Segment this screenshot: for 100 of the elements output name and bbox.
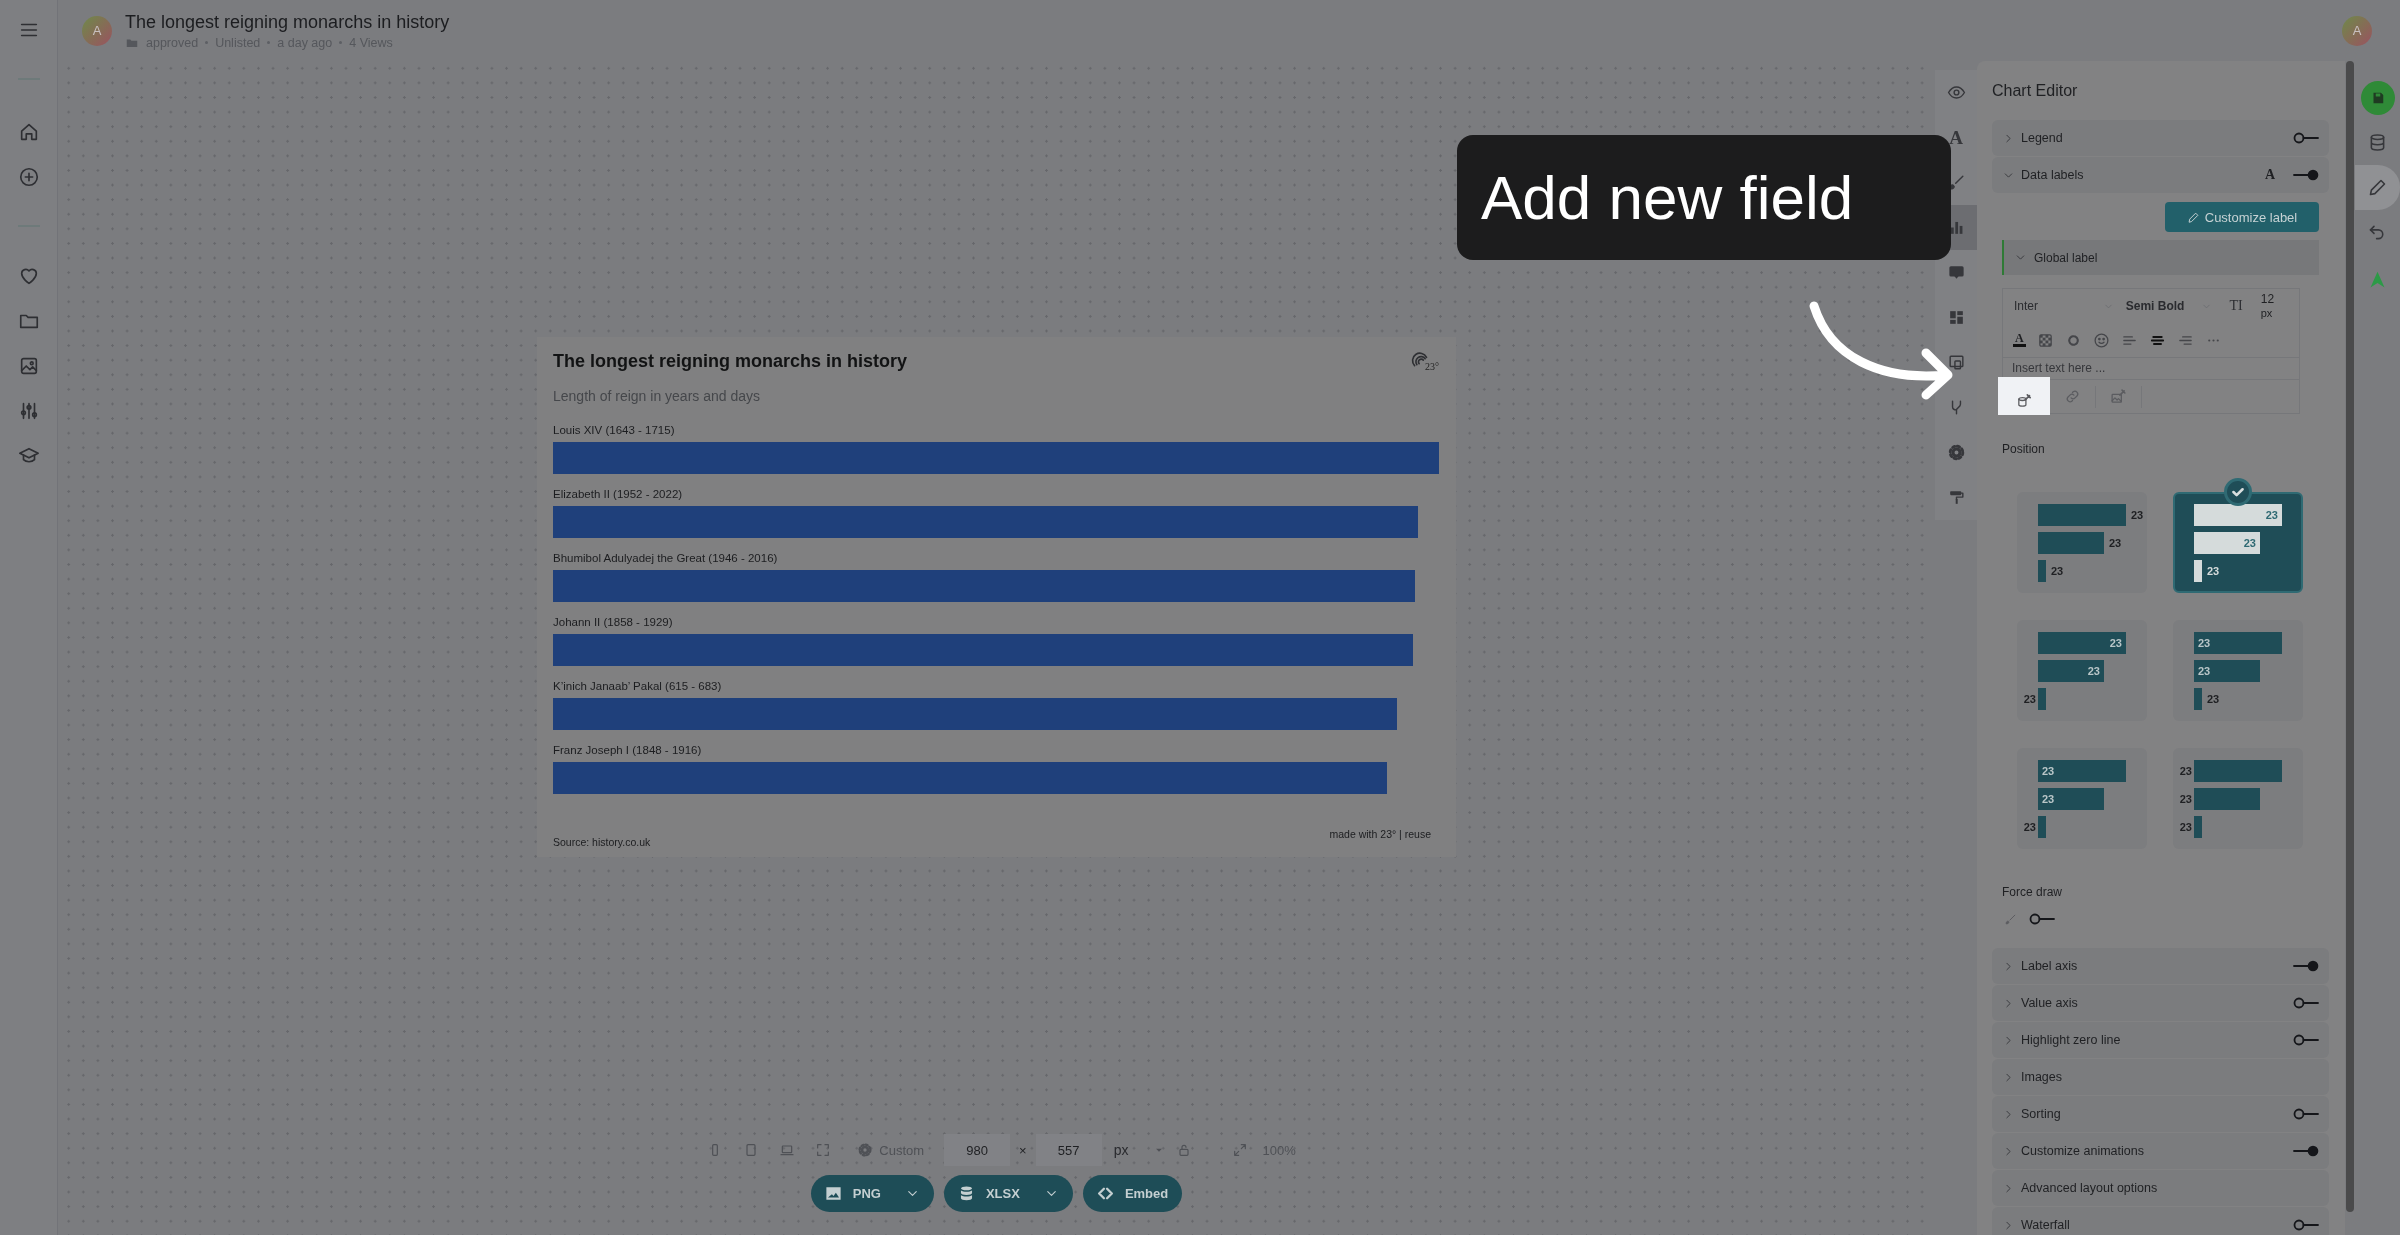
section-header[interactable]: Highlight zero line — [1992, 1022, 2329, 1058]
bar — [2194, 688, 2202, 710]
toggle-switch[interactable] — [2293, 1033, 2319, 1047]
text-color-button[interactable]: A — [2013, 333, 2026, 348]
tooltip: Add new field — [1457, 135, 1951, 260]
font-size-value[interactable]: 12 px — [2260, 292, 2289, 321]
section-header[interactable]: Data labels A — [1992, 157, 2329, 193]
toggle-switch[interactable] — [2293, 1218, 2319, 1232]
position-option[interactable]: 23 23 23 — [2173, 492, 2303, 593]
value-label: 23 — [2198, 637, 2211, 649]
text-size-icon: TI — [2229, 298, 2243, 315]
brush-icon — [2004, 912, 2017, 926]
width-field[interactable]: 980 — [944, 1134, 1011, 1166]
toggle-switch[interactable] — [2293, 1144, 2319, 1158]
bar-label: Franz Joseph I (1848 - 1916) — [553, 743, 703, 757]
section-title: Label axis — [2021, 959, 2079, 973]
value-label: 23 — [2179, 793, 2192, 805]
pencil-icon — [2367, 177, 2388, 198]
section-title: Highlight zero line — [2021, 1033, 2122, 1047]
height-field[interactable]: 557 — [1035, 1134, 1102, 1166]
toggle-switch[interactable] — [2293, 996, 2319, 1010]
toggle-switch[interactable] — [2293, 168, 2319, 182]
value-label: 23 — [2131, 509, 2144, 521]
position-option[interactable]: 23 23 23 — [2017, 748, 2147, 849]
export-button[interactable]: Embed — [1082, 1175, 1183, 1212]
value-label: 23 — [2179, 821, 2192, 833]
avatar: A — [82, 15, 112, 46]
export-button[interactable]: XLSX — [943, 1175, 1073, 1212]
toggle-switch[interactable] — [2029, 912, 2055, 926]
section-title: Sorting — [2021, 1107, 2062, 1121]
checkerboard-icon[interactable] — [2036, 331, 2054, 349]
label-text-field[interactable]: Insert text here ... — [2003, 356, 2299, 380]
chart-title: The longest reigning monarchs in history — [125, 11, 451, 33]
pencil-button[interactable] — [2355, 165, 2400, 210]
position-option[interactable]: 23 23 23 — [2173, 620, 2303, 721]
value-label: 23 — [2265, 509, 2278, 521]
section-header[interactable]: Value axis — [1992, 985, 2329, 1021]
bar — [2038, 560, 2046, 582]
subsection-header[interactable]: Global label — [2002, 240, 2319, 275]
laptop-icon[interactable] — [779, 1142, 796, 1158]
unit-dropdown[interactable]: px — [1113, 1142, 1167, 1158]
bar — [2038, 688, 2046, 710]
export-button[interactable]: PNG — [810, 1175, 934, 1212]
section-title: Waterfall — [2021, 1218, 2071, 1232]
pencil-icon — [2186, 210, 2200, 224]
settings-icon — [857, 1142, 874, 1158]
value-label: 23 — [2051, 565, 2064, 577]
add-icon[interactable] — [17, 166, 40, 188]
section-header[interactable]: Customize animations — [1992, 1133, 2329, 1169]
section-header[interactable]: Sorting — [1992, 1096, 2329, 1132]
frame-icon — [1946, 353, 1966, 372]
bar — [2038, 532, 2104, 554]
value-label: 23 — [2207, 693, 2220, 705]
value-label: 23 — [2207, 565, 2220, 577]
credit-link[interactable]: made with 23° | reuse — [1329, 828, 1439, 848]
section-label: Force draw — [2002, 885, 2064, 899]
bar-label: Johann II (1858 - 1929) — [553, 615, 674, 629]
toggle-switch[interactable] — [2293, 1107, 2319, 1121]
toggle-switch[interactable] — [2293, 959, 2319, 973]
value-label: 23 — [2042, 793, 2055, 805]
value-label: 23 — [2179, 765, 2192, 777]
add-field-button[interactable] — [1998, 377, 2050, 415]
settings-icon — [1946, 443, 1966, 462]
section-title: Data labels — [2021, 168, 2085, 182]
bar-label: Elizabeth II (1952 - 2022) — [553, 487, 684, 501]
value-label: 23 — [2109, 637, 2122, 649]
bar — [2194, 560, 2202, 582]
image-plug-icon[interactable] — [2110, 388, 2127, 405]
text-style-button[interactable]: A — [2264, 167, 2275, 183]
fullscreen-icon[interactable] — [815, 1142, 832, 1158]
resize-icon[interactable] — [1232, 1142, 1249, 1158]
value-label: 23 — [2042, 765, 2055, 777]
link-icon[interactable] — [2064, 388, 2081, 405]
save-icon — [2360, 80, 2395, 115]
position-option[interactable]: 23 23 23 — [2017, 620, 2147, 721]
source-text: Source: history.co.uk — [553, 836, 651, 848]
bar-label: Louis XIV (1643 - 1715) — [553, 423, 676, 437]
chart-subtitle: Length of reign in years and days — [553, 387, 762, 405]
bar-label: K’inich Janaab’ Pakal (615 - 683) — [553, 679, 723, 693]
font-dropdown[interactable]: Inter — [2014, 299, 2114, 314]
position-option[interactable]: 23 23 23 — [2017, 492, 2147, 593]
weight-dropdown[interactable]: Semi Bold — [2125, 299, 2212, 314]
section-header[interactable]: Images — [1992, 1059, 2329, 1095]
section-header[interactable]: Label axis — [1992, 948, 2329, 984]
emoji-icon[interactable] — [2092, 331, 2110, 349]
value-label: 23 — [2109, 537, 2122, 549]
value-label: 23 — [2023, 693, 2036, 705]
bar-label: Bhumibol Adulyadej the Great (1946 - 2016) — [553, 551, 779, 565]
section-header[interactable]: Waterfall — [1992, 1207, 2329, 1235]
scrollbar[interactable] — [2346, 61, 2354, 1212]
user-avatar[interactable]: A — [2342, 15, 2372, 46]
value-label: 23 — [2087, 665, 2100, 677]
section-title: Images — [2021, 1070, 2063, 1084]
image-icon — [823, 1184, 843, 1203]
position-option[interactable]: 23 23 23 — [2173, 748, 2303, 849]
toggle-switch[interactable] — [2293, 131, 2319, 145]
section-header[interactable]: Legend — [1992, 120, 2329, 156]
section-header[interactable]: Advanced layout options — [1992, 1170, 2329, 1206]
customize-label-button[interactable]: Customize label — [2165, 202, 2319, 232]
bar — [2194, 816, 2202, 838]
